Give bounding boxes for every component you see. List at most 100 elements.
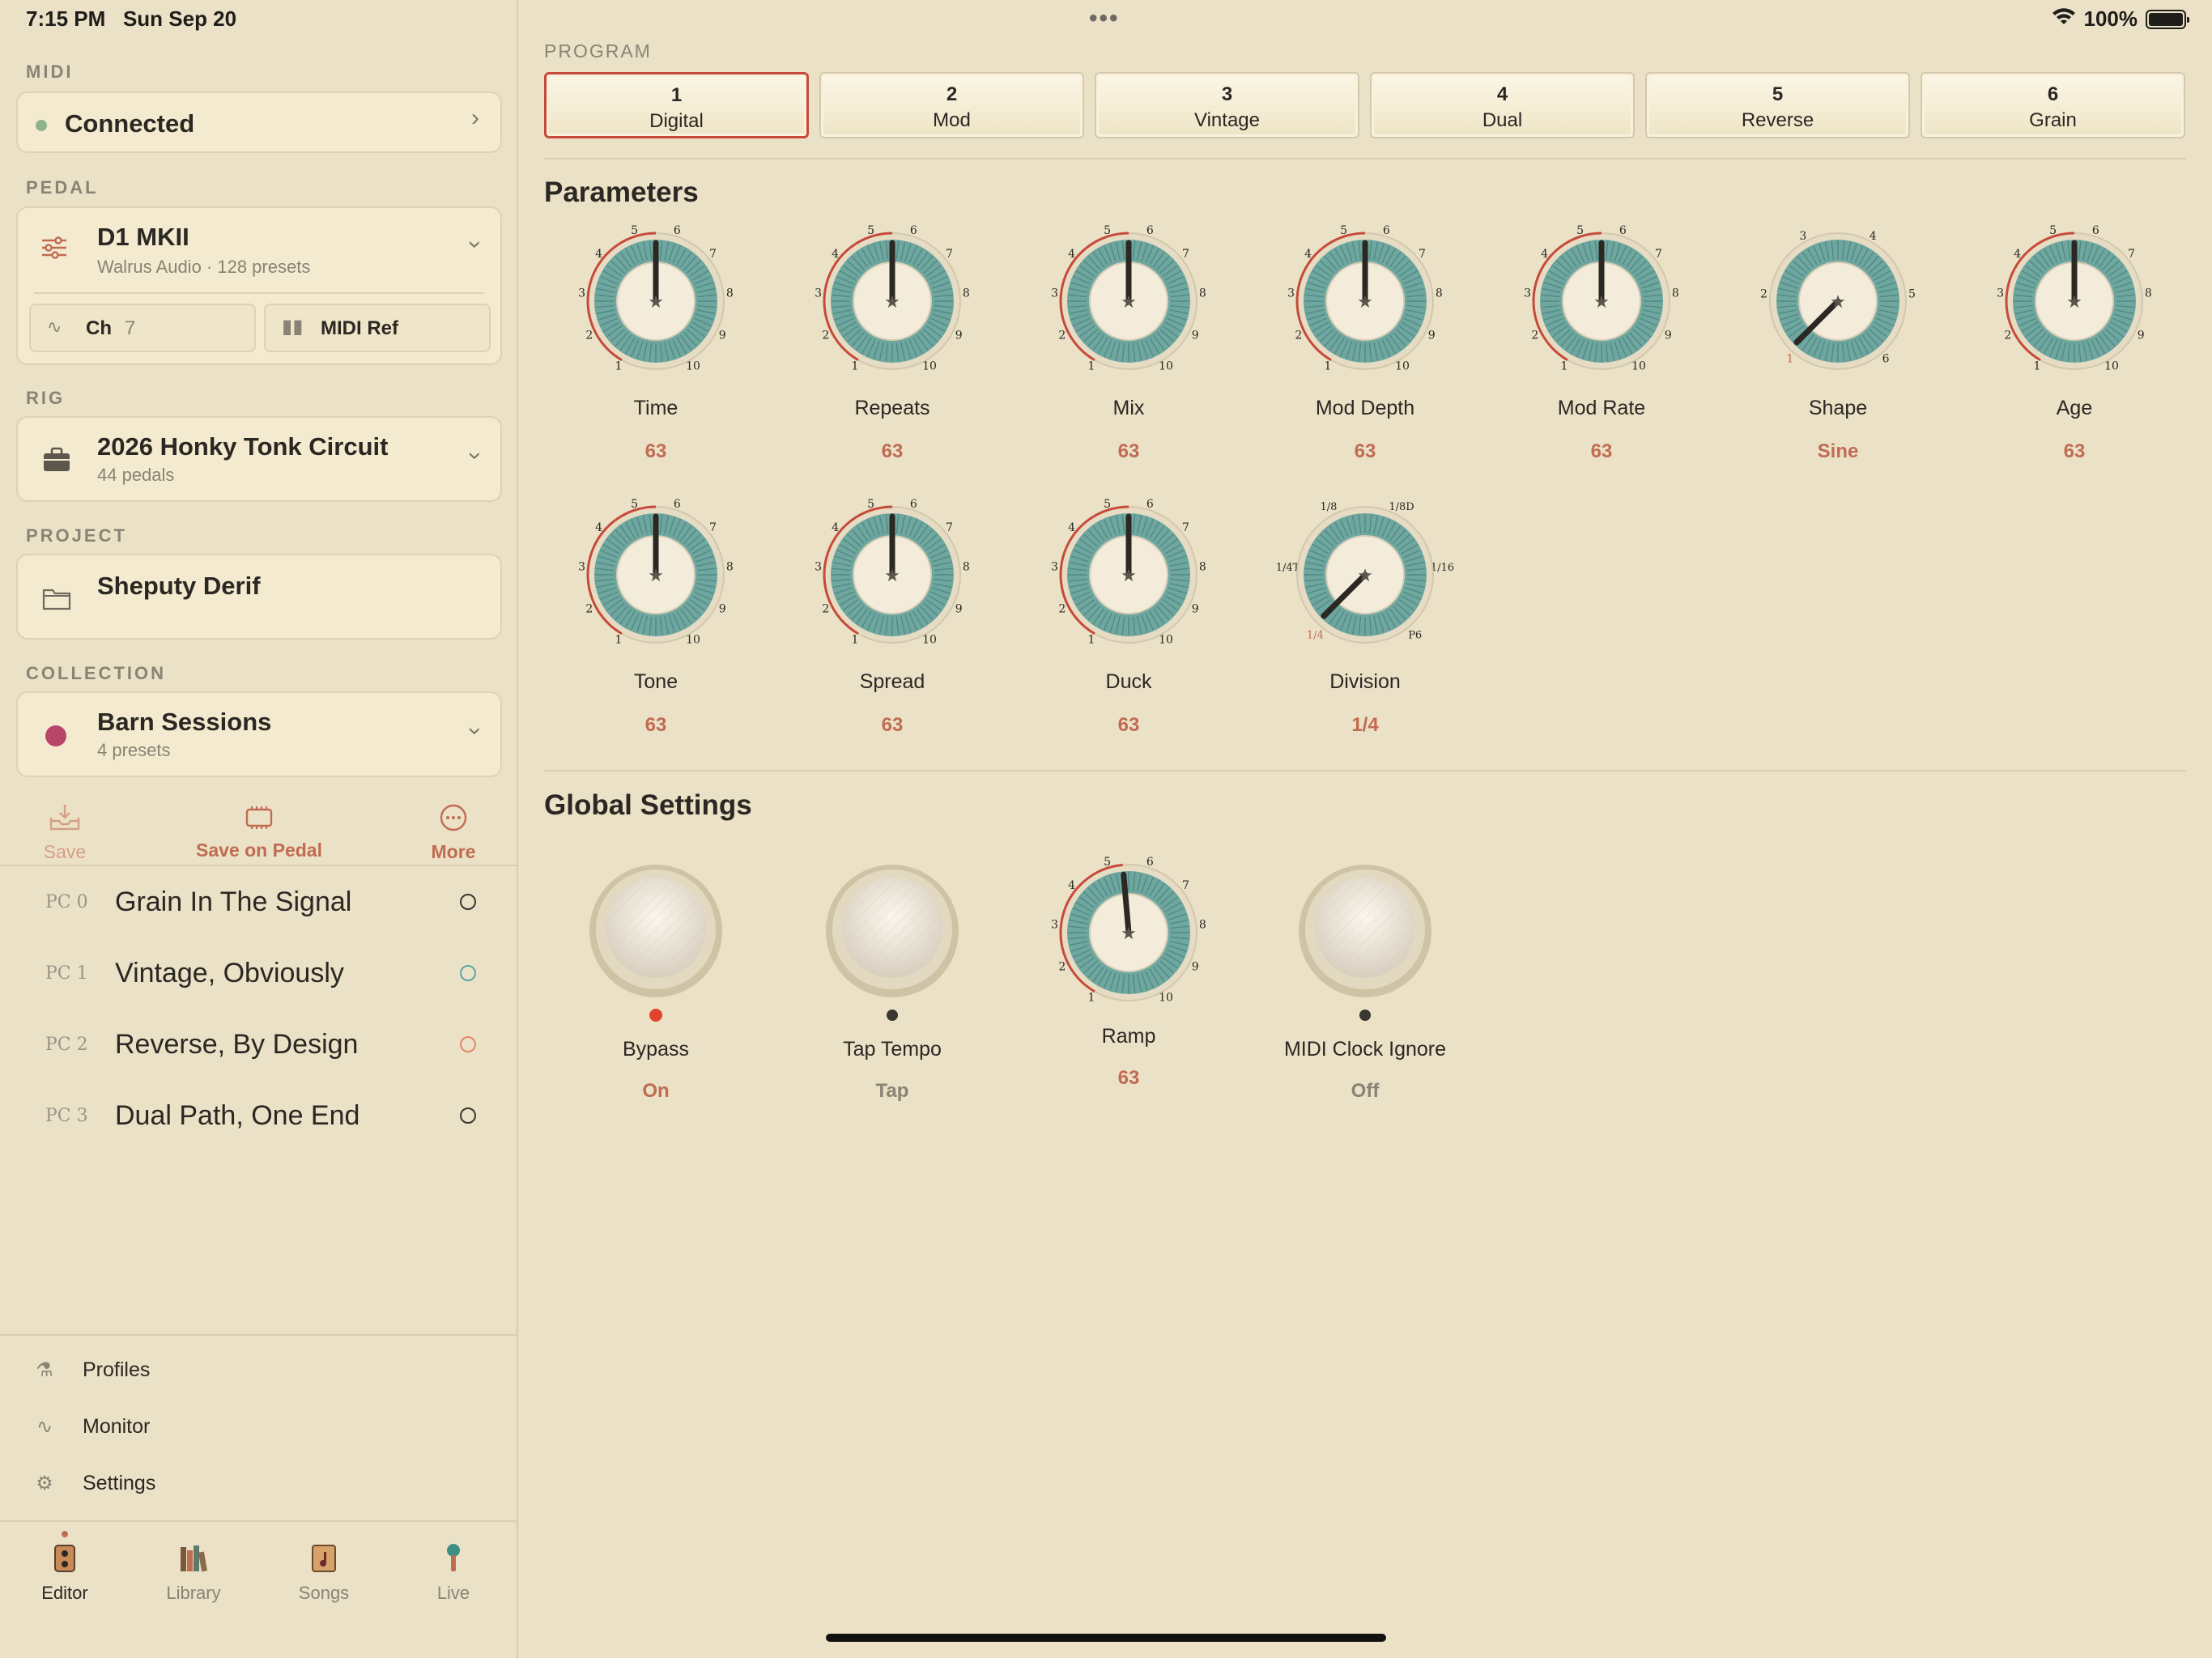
knob-mix[interactable]: 1 2 3 4 5 6 7 8 9 10 ★ Mix 63: [1040, 220, 1218, 487]
knob-division[interactable]: 1/4 1/4T 1/8 1/8D 1/16 P6 ★ Division 1/4: [1276, 494, 1454, 761]
chevron-down-icon[interactable]: ›: [462, 240, 489, 249]
tab-editor[interactable]: Editor: [8, 1542, 121, 1604]
scale-label: 1: [852, 634, 859, 647]
scale-label: 8: [963, 560, 970, 573]
rig-name: 2026 Honky Tonk Circuit: [97, 432, 389, 461]
midi-ref-button[interactable]: ▮▮ MIDI Ref: [264, 304, 491, 352]
multitask-dots-icon[interactable]: •••: [1089, 5, 1120, 32]
bypass-label: Bypass: [623, 1038, 689, 1061]
preset-row[interactable]: PC 0 Grain In The Signal: [0, 866, 518, 937]
knob-tone[interactable]: 1 2 3 4 5 6 7 8 9 10 ★ Tone 63: [567, 494, 745, 761]
nav-settings[interactable]: ⚙ Settings: [32, 1472, 155, 1495]
midi-clock-ignore-value: Off: [1351, 1080, 1380, 1102]
knob-value: 63: [2063, 440, 2086, 462]
knob-mod-depth[interactable]: 1 2 3 4 5 6 7 8 9 10 ★ Mod Depth 63: [1276, 220, 1454, 487]
knob-value: 63: [644, 714, 667, 736]
knob-duck[interactable]: 1 2 3 4 5 6 7 8 9 10 ★ Duck 63: [1040, 494, 1218, 761]
tap-tempo-footswitch[interactable]: Tap Tempo Tap: [803, 858, 981, 1102]
knob-shape[interactable]: 1 2 3 4 5 6 ★ Shape Sine: [1749, 220, 1927, 487]
tap-led: [887, 1010, 898, 1021]
preset-status-circle[interactable]: [460, 1036, 476, 1052]
collection-color-dot: [45, 725, 66, 746]
tab-songs[interactable]: Songs: [267, 1542, 381, 1604]
pedal-subtitle: Walrus Audio · 128 presets: [97, 257, 311, 277]
scale-label: 9: [719, 602, 726, 615]
tab-live[interactable]: Live: [397, 1542, 510, 1604]
preset-name: Reverse, By Design: [115, 1028, 359, 1060]
nav-profiles-label: Profiles: [83, 1358, 151, 1381]
scale-label: 1: [1325, 360, 1332, 373]
project-card[interactable]: Sheputy Derif: [16, 554, 502, 640]
knob-value: 63: [644, 440, 667, 462]
scale-label: 9: [1192, 602, 1199, 615]
tab-library-label: Library: [166, 1583, 221, 1603]
knob-dial: 12345 678910★: [815, 224, 970, 373]
knob-repeats[interactable]: 1 2 3 4 5 6 7 8 9 10 ★ Repeats 63: [803, 220, 981, 487]
scale-label: 1: [2034, 360, 2041, 373]
save-on-pedal-label: Save on Pedal: [196, 840, 322, 861]
rig-card[interactable]: 2026 Honky Tonk Circuit 44 pedals ›: [16, 416, 502, 502]
sliders-icon: [40, 236, 68, 264]
program-button-3[interactable]: 3 Vintage: [1095, 72, 1359, 138]
active-tab-dot: [62, 1531, 68, 1537]
channel-value: 7: [125, 317, 136, 339]
knob-dial: 12345 678910★: [1051, 224, 1206, 373]
folder-icon: [42, 586, 71, 614]
knob-value: 63: [1354, 440, 1376, 462]
preset-row[interactable]: PC 2 Reverse, By Design: [0, 1009, 518, 1080]
chevron-right-icon: ›: [471, 104, 479, 131]
status-indicators: 100%: [2052, 6, 2189, 32]
status-clock: 7:15 PM Sun Sep 20: [26, 6, 237, 31]
scale-label: 9: [1192, 329, 1199, 342]
midi-channel-button[interactable]: ∿ Ch 7: [29, 304, 256, 352]
knob-ramp[interactable]: 1 2 3 4 5 6 7 8 9 10 ★ Ramp 63: [1040, 852, 1218, 1119]
program-button-5[interactable]: 5 Reverse: [1645, 72, 1910, 138]
midi-clock-ignore-footswitch[interactable]: MIDI Clock Ignore Off: [1276, 858, 1454, 1102]
book-icon: ▮▮: [282, 316, 304, 338]
preset-status-circle[interactable]: [460, 1107, 476, 1124]
scale-label: 1: [615, 360, 623, 373]
program-button-2[interactable]: 2 Mod: [819, 72, 1084, 138]
knob-time[interactable]: 1 2 3 4 5 6 7 8 9 10 ★ Time 63: [567, 220, 745, 487]
collection-card[interactable]: Barn Sessions 4 presets ›: [16, 691, 502, 777]
preset-status-circle[interactable]: [460, 894, 476, 910]
tab-library[interactable]: Library: [137, 1542, 250, 1604]
knob-mod-rate[interactable]: 1 2 3 4 5 6 7 8 9 10 ★ Mod Rate 63: [1512, 220, 1691, 487]
bypass-footswitch[interactable]: Bypass On: [567, 858, 745, 1102]
scale-label: 3: [1997, 287, 2004, 300]
chevron-down-icon: ›: [462, 452, 489, 460]
knob-dial: 12345 678910★: [815, 498, 970, 647]
preset-row[interactable]: PC 3 Dual Path, One End: [0, 1080, 518, 1151]
pedal-name[interactable]: D1 MKII: [97, 223, 189, 252]
knob-spread[interactable]: 1 2 3 4 5 6 7 8 9 10 ★ Spread 63: [803, 494, 981, 761]
pulse-icon: ∿: [36, 1416, 53, 1438]
program-button-1[interactable]: 1 Digital: [544, 72, 809, 138]
more-button[interactable]: More: [413, 801, 494, 863]
pedal-icon: [8, 1542, 121, 1583]
tap-tempo-label: Tap Tempo: [843, 1038, 942, 1061]
scale-label: 8: [726, 560, 734, 573]
preset-row[interactable]: PC 1 Vintage, Obviously: [0, 937, 518, 1009]
knob-age[interactable]: 1 2 3 4 5 6 7 8 9 10 ★ Age 63: [1985, 220, 2163, 487]
save-button[interactable]: Save: [24, 801, 105, 863]
knob-label: Spread: [859, 670, 925, 693]
scale-label: 3: [1287, 287, 1295, 300]
program-button-4[interactable]: 4 Dual: [1370, 72, 1635, 138]
scale-label: 1/8D: [1389, 501, 1414, 513]
scale-label: 9: [719, 329, 726, 342]
scale-label: 3: [578, 287, 585, 300]
program-button-6[interactable]: 6 Grain: [1921, 72, 2185, 138]
tab-live-label: Live: [436, 1583, 470, 1603]
midi-connection-card[interactable]: Connected ›: [16, 91, 502, 153]
nav-profiles[interactable]: ⚗ Profiles: [32, 1358, 150, 1382]
scale-label: 1/4: [1307, 630, 1324, 642]
save-on-pedal-button[interactable]: Save on Pedal: [178, 801, 340, 861]
preset-status-circle[interactable]: [460, 965, 476, 981]
star-icon: ★: [1121, 291, 1137, 312]
tray-download-icon: [24, 801, 105, 838]
nav-monitor[interactable]: ∿ Monitor: [32, 1415, 150, 1439]
knob-label: Division: [1329, 670, 1401, 693]
knob-value: 1/4: [1351, 714, 1379, 736]
scale-label: 7: [1182, 521, 1189, 534]
knob-label: Repeats: [854, 397, 930, 419]
